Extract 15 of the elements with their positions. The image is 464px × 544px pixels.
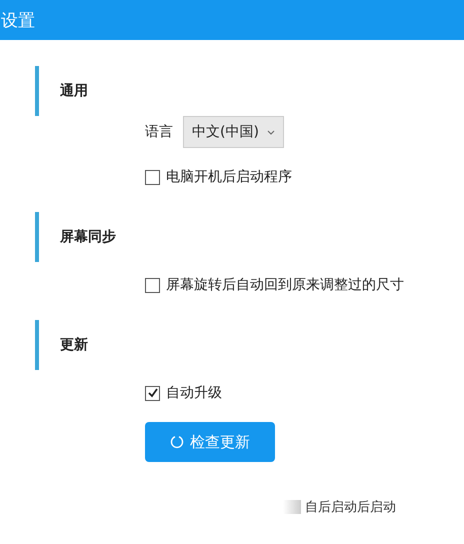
checkbox-label: 自后启动后启动: [305, 499, 396, 516]
section-marker: [35, 66, 39, 116]
checkbox-label: 屏幕旋转后自动回到原来调整过的尺寸: [166, 276, 404, 294]
checkbox-label: 电脑开机后启动程序: [166, 168, 292, 186]
section-marker: [35, 212, 39, 262]
section-title: 屏幕同步: [60, 228, 116, 246]
checkbox-label: 自动升级: [166, 384, 222, 402]
section-marker: [35, 320, 39, 370]
caret-icon: [266, 130, 275, 134]
window-title: 设置: [1, 10, 35, 32]
refresh-icon: [170, 435, 184, 449]
section-title: 通用: [60, 82, 88, 100]
section-title: 更新: [60, 336, 88, 354]
language-dropdown[interactable]: 中文(中国): [183, 116, 284, 148]
language-label: 语言: [145, 123, 173, 141]
